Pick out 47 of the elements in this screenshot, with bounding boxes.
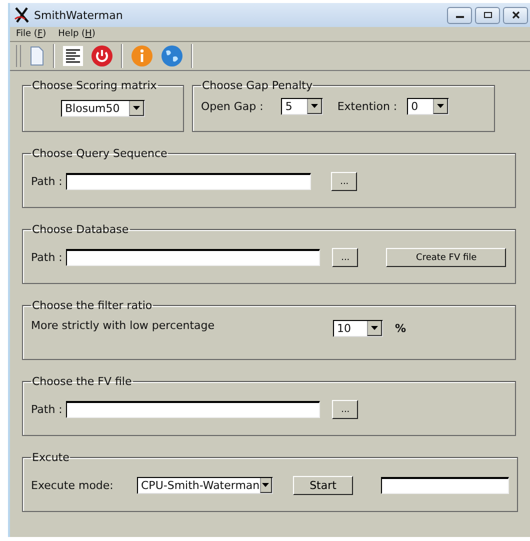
group-title: Choose the FV file	[31, 375, 133, 388]
unit-label: %	[395, 322, 406, 335]
ratio-dropdown[interactable]: 10	[333, 320, 383, 337]
field-label: Path :	[31, 175, 62, 188]
globe-icon[interactable]	[161, 45, 183, 67]
text-lines-icon[interactable]	[63, 46, 83, 66]
minimize-button[interactable]	[447, 6, 472, 24]
close-icon	[510, 11, 520, 19]
group-title: Excute	[31, 451, 70, 464]
path-field[interactable]	[66, 173, 312, 190]
path-field[interactable]	[66, 249, 320, 266]
browse-button[interactable]: ...	[332, 400, 358, 419]
app-logo-icon	[14, 7, 30, 23]
menu-item[interactable]: File (F)	[16, 29, 46, 39]
new-document-icon[interactable]	[29, 45, 45, 67]
open-gap-dropdown[interactable]: 5	[281, 98, 324, 115]
field-label: Open Gap :	[201, 100, 264, 113]
start-button[interactable]: Start	[293, 476, 353, 495]
browse-button[interactable]: ...	[331, 172, 358, 191]
path-field[interactable]	[66, 401, 320, 418]
group-title: Choose Database	[31, 223, 130, 236]
group-title: Choose Gap Penalty	[201, 79, 314, 92]
power-icon[interactable]	[91, 45, 113, 67]
field-label: Execute mode:	[31, 479, 114, 492]
matrix-dropdown[interactable]: Blosum50	[61, 100, 145, 117]
group-title: Choose the filter ratio	[31, 299, 154, 312]
field-label: Path :	[31, 251, 62, 264]
mode-dropdown[interactable]: CPU-Smith-Waterman	[137, 477, 273, 494]
browse-button[interactable]: ...	[332, 248, 358, 267]
caret-icon	[437, 104, 444, 108]
field-label: Path :	[31, 403, 62, 416]
field-label: Extention :	[337, 100, 398, 113]
description-text: More strictly with low percentage	[31, 319, 216, 332]
create-fv-file-button[interactable]: Create FV file	[386, 248, 506, 267]
caret-icon	[311, 104, 318, 108]
close-button[interactable]	[503, 6, 528, 24]
window-title: SmithWaterman	[34, 8, 123, 22]
maximize-button[interactable]	[475, 6, 500, 24]
caret-icon	[371, 326, 378, 330]
group-title: Choose Scoring matrix	[31, 79, 158, 92]
status-field[interactable]	[381, 477, 509, 494]
caret-icon	[262, 483, 270, 487]
maximize-icon	[482, 11, 492, 19]
group-title: Choose Query Sequence	[31, 147, 168, 160]
caret-icon	[133, 106, 140, 110]
extension-dropdown[interactable]: 0	[407, 98, 450, 115]
menu-item[interactable]: Help (H)	[58, 29, 96, 39]
